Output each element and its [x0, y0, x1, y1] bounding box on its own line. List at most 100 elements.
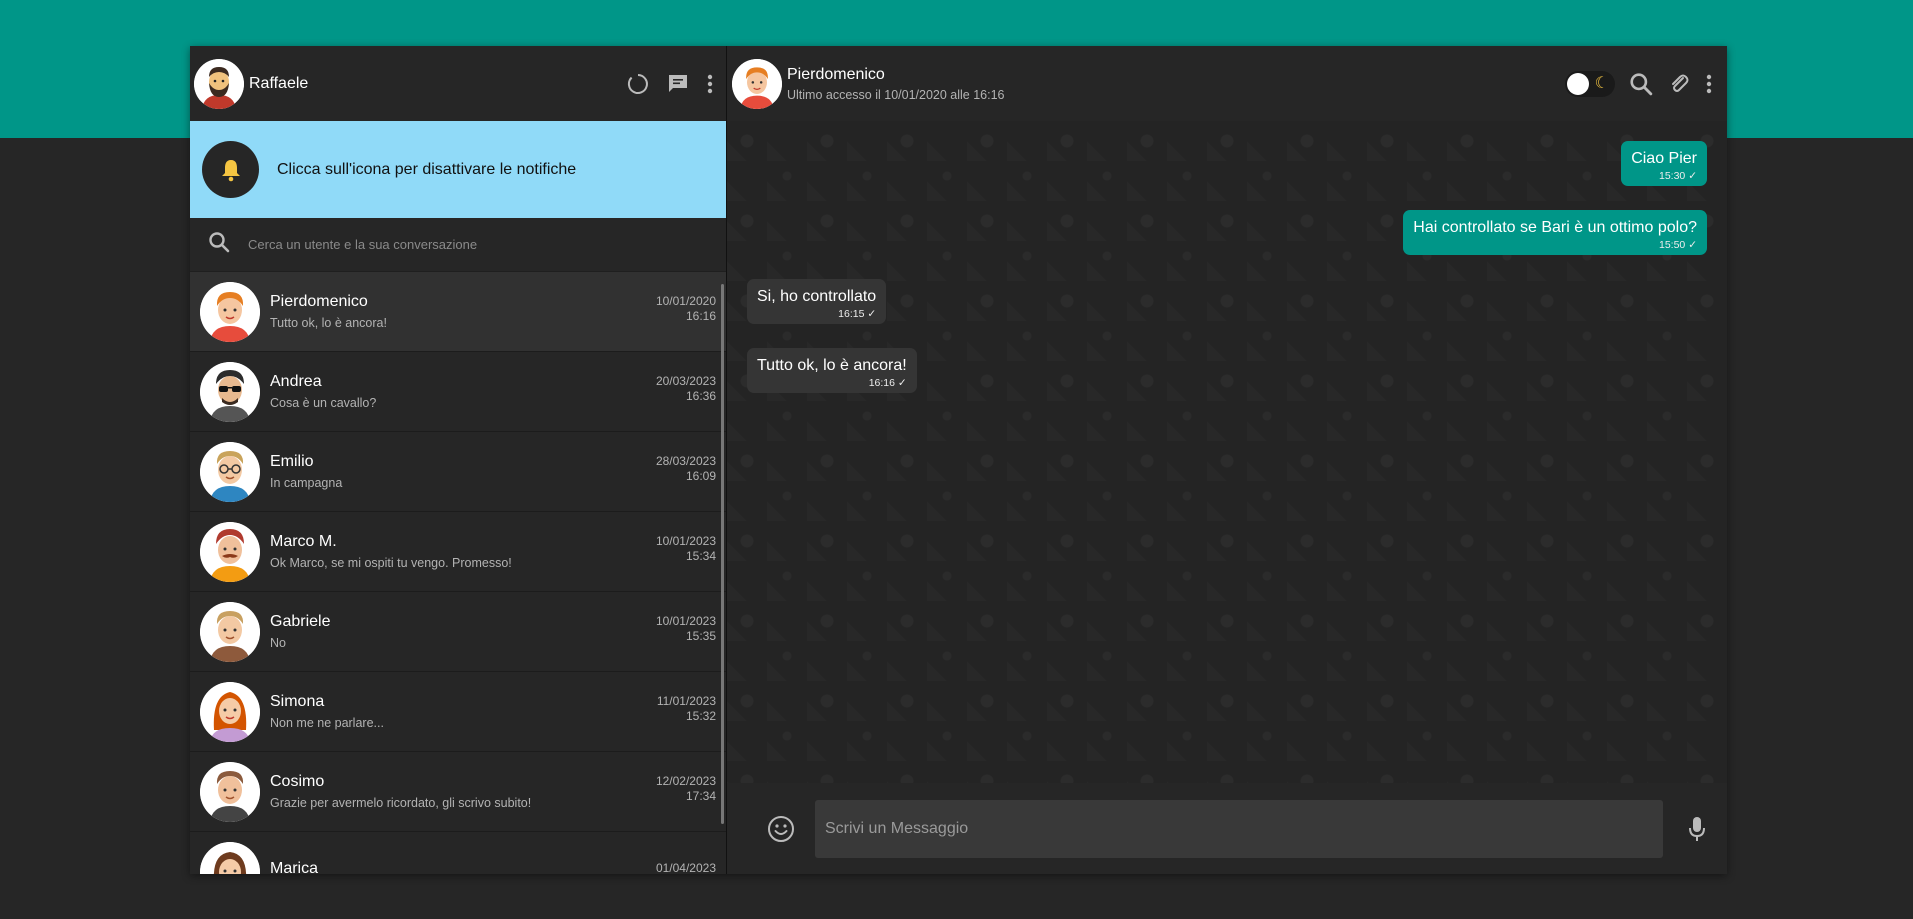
contact-name: Marica	[270, 860, 319, 874]
check-icon: ✓	[897, 377, 907, 389]
theme-toggle-knob	[1567, 72, 1589, 95]
contact-name: Emilio	[270, 453, 314, 470]
contact-name: Simona	[270, 693, 325, 710]
chat-last-seen: Ultimo accesso il 10/01/2020 alle 16:16	[787, 87, 1005, 102]
contact-item-emilio[interactable]: Emilio In campagna 28/03/2023 16:09	[190, 432, 726, 512]
chat-icon[interactable]	[666, 72, 690, 96]
contact-time: 15:32	[685, 708, 716, 723]
message-text: Tutto ok, lo è ancora!	[757, 357, 907, 374]
contact-date: 20/03/2023	[655, 373, 716, 388]
contact-time: 15:35	[685, 628, 716, 643]
contact-date: 10/01/2020	[655, 293, 716, 308]
contact-last-message: Non me ne parlare...	[270, 716, 384, 730]
sidebar-header: Raffaele	[190, 46, 726, 121]
contact-item-pierdomenico[interactable]: Pierdomenico Tutto ok, lo è ancora! 10/0…	[190, 272, 726, 352]
message-text: Ciao Pier	[1631, 150, 1697, 167]
contact-name: Cosimo	[270, 773, 325, 790]
message-meta: 16:16 ✓	[757, 375, 907, 393]
message-composer	[727, 783, 1727, 874]
contact-avatar	[200, 281, 260, 342]
chat-contact-name: Pierdomenico	[787, 65, 885, 83]
bell-icon[interactable]	[202, 141, 259, 198]
contact-date: 01/04/2023	[655, 861, 716, 874]
contact-last-message: Tutto ok, lo è ancora!	[270, 316, 387, 330]
my-avatar[interactable]	[194, 58, 244, 109]
my-name: Raffaele	[249, 74, 309, 92]
contact-item-gabriele[interactable]: Gabriele No 10/01/2023 15:35	[190, 592, 726, 672]
search-icon[interactable]	[1629, 72, 1653, 96]
contact-last-message: In campagna	[270, 476, 343, 490]
attach-icon[interactable]	[1667, 72, 1691, 96]
contact-item-marica[interactable]: Marica 01/04/2023	[190, 832, 726, 874]
contact-item-andrea[interactable]: Andrea Cosa è un cavallo? 20/03/2023 16:…	[190, 352, 726, 432]
message-text: Si, ho controllato	[757, 288, 877, 305]
moon-icon: ☾	[1594, 74, 1609, 92]
contact-last-message: Grazie per avermelo ricordato, gli scriv…	[270, 796, 532, 810]
theme-toggle[interactable]: ☾	[1565, 70, 1615, 97]
contact-item-marco-m[interactable]: Marco M. Ok Marco, se mi ospiti tu vengo…	[190, 512, 726, 592]
contact-timestamp: 10/01/2023 15:34	[656, 534, 716, 564]
message-text: Hai controllato se Bari è un ottimo polo…	[1413, 219, 1697, 236]
menu-dots-icon[interactable]	[1705, 73, 1713, 95]
contact-timestamp: 10/01/2020 16:16	[656, 294, 716, 324]
contact-timestamp: 28/03/2023 16:09	[656, 454, 716, 484]
contact-timestamp: 01/04/2023	[656, 861, 716, 874]
contact-last-message: No	[270, 636, 286, 650]
contact-time: 16:16	[685, 308, 716, 323]
contact-name: Marco M.	[270, 533, 337, 550]
contact-list: Pierdomenico Tutto ok, lo è ancora! 10/0…	[190, 272, 726, 874]
message-meta: 15:30 ✓	[1631, 168, 1697, 186]
chat-avatar[interactable]	[732, 58, 782, 109]
contact-date: 12/02/2023	[655, 773, 716, 788]
search-input[interactable]	[248, 237, 688, 252]
message-bubble-outgoing[interactable]: Ciao Pier 15:30 ✓	[1621, 141, 1707, 186]
contact-item-simona[interactable]: Simona Non me ne parlare... 11/01/2023 1…	[190, 672, 726, 752]
contact-date: 10/01/2023	[655, 533, 716, 548]
app-window: Raffaele Clicca sull'icona per disattiva…	[190, 46, 1727, 874]
message-meta: 16:15 ✓	[757, 306, 876, 324]
contact-avatar	[200, 841, 260, 874]
message-area: Ciao Pier 15:30 ✓ Hai controllato se Bar…	[727, 121, 1727, 783]
emoji-icon[interactable]	[767, 815, 795, 843]
contact-item-cosimo[interactable]: Cosimo Grazie per avermelo ricordato, gl…	[190, 752, 726, 832]
chat-panel: Pierdomenico Ultimo accesso il 10/01/202…	[727, 46, 1727, 874]
contact-list-scrollbar[interactable]	[721, 284, 724, 824]
search-bar	[190, 218, 726, 272]
contact-name: Gabriele	[270, 613, 331, 630]
message-time: 15:30	[1658, 170, 1686, 182]
message-time: 16:15	[838, 308, 865, 320]
check-icon: ✓	[867, 308, 877, 320]
contact-date: 28/03/2023	[655, 453, 716, 468]
contact-avatar	[200, 361, 260, 422]
sidebar: Raffaele Clicca sull'icona per disattiva…	[190, 46, 727, 874]
notification-text: Clicca sull'icona per disattivare le not…	[277, 160, 577, 178]
contact-name: Pierdomenico	[270, 293, 368, 310]
notification-banner[interactable]: Clicca sull'icona per disattivare le not…	[190, 121, 726, 218]
contact-timestamp: 11/01/2023 15:32	[657, 694, 716, 724]
message-time: 16:16	[868, 377, 895, 389]
message-meta: 15:50 ✓	[1413, 237, 1697, 255]
contact-timestamp: 12/02/2023 17:34	[656, 774, 716, 804]
message-bubble-outgoing[interactable]: Hai controllato se Bari è un ottimo polo…	[1403, 210, 1707, 255]
contact-timestamp: 10/01/2023 15:35	[656, 614, 716, 644]
mic-icon[interactable]	[1687, 815, 1707, 843]
contact-avatar	[200, 761, 260, 822]
contact-timestamp: 20/03/2023 16:36	[656, 374, 716, 404]
menu-dots-icon[interactable]	[706, 73, 714, 95]
contact-time: 17:34	[685, 788, 716, 803]
check-icon: ✓	[1688, 239, 1697, 251]
message-time: 15:50	[1658, 239, 1686, 251]
message-input[interactable]	[815, 799, 1663, 858]
contact-time: 16:36	[685, 388, 716, 403]
check-icon: ✓	[1688, 170, 1697, 182]
contact-date: 10/01/2023	[655, 613, 716, 628]
message-bubble-incoming[interactable]: Si, ho controllato 16:15 ✓	[747, 279, 887, 324]
contact-last-message: Ok Marco, se mi ospiti tu vengo. Promess…	[270, 556, 512, 570]
contact-last-message: Cosa è un cavallo?	[270, 396, 377, 410]
contact-avatar	[200, 521, 260, 582]
status-icon[interactable]	[626, 72, 650, 96]
contact-avatar	[200, 681, 260, 742]
contact-name: Andrea	[270, 373, 322, 390]
message-bubble-incoming[interactable]: Tutto ok, lo è ancora! 16:16 ✓	[747, 348, 917, 393]
chat-header: Pierdomenico Ultimo accesso il 10/01/202…	[727, 46, 1727, 121]
